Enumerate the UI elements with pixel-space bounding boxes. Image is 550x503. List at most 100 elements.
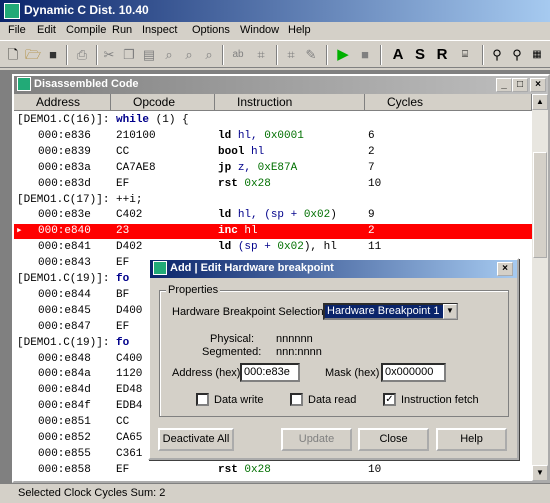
scrollbar-thumb[interactable] [533,152,547,258]
address-cell: 000:e84f [38,400,91,413]
dropdown-arrow-icon[interactable]: ▼ [443,304,457,319]
app-icon [4,3,20,19]
menu-window[interactable]: Window [240,24,279,36]
memory-icon[interactable]: ▦ [528,45,546,65]
replace-icon[interactable]: ⌕ [200,45,218,65]
close-button[interactable]: Close [358,428,429,451]
compile-icon[interactable]: ab [228,45,248,65]
cycles-cell: 2 [368,225,375,238]
assembly-icon[interactable]: ⌸ [456,45,474,65]
address-cell: 000:e848 [38,352,91,365]
data-read-checkbox[interactable] [290,393,303,406]
print-icon[interactable]: ⎙ [72,45,92,65]
toolbar-separator [482,45,484,65]
address-cell: 000:e844 [38,288,91,301]
address-input[interactable]: 000:e83e [240,363,300,382]
menu-help[interactable]: Help [288,24,311,36]
column-opcode[interactable]: Opcode [111,94,215,111]
edit-mode-icon[interactable]: ✎ [302,45,320,65]
mask-input[interactable]: 0x000000 [381,363,446,382]
instruction-cell: ld (sp + 0x02), hl [218,241,337,254]
instruction-row[interactable]: 000:e83d EF rst 0x28 10 [14,177,532,192]
menu-compile[interactable]: Compile [66,24,106,36]
column-header: Address Opcode Instruction Cycles [14,94,532,111]
menu-edit[interactable]: Edit [37,24,56,36]
menu-bar: File Edit Compile Run Inspect Options Wi… [0,22,550,40]
save-icon[interactable]: ■ [44,45,62,65]
dialog-close-icon[interactable]: × [497,262,513,276]
source-keyword: while [116,114,150,126]
source-line-row[interactable]: [DEMO1.C(16)]: while (1) { [14,113,532,128]
address-cell: 000:e845 [38,304,91,317]
instruction-row[interactable]: 000:e839 CC bool hl 2 [14,145,532,160]
add-watch-icon[interactable]: ⚲ [488,45,506,65]
data-write-label: Data write [214,394,264,406]
cycles-cell: 9 [368,209,375,222]
toolbar-separator [276,45,278,65]
instruction-fetch-label: Instruction fetch [401,394,479,406]
address-cell: 000:e83a [38,161,91,174]
instruction-row[interactable]: 000:e836 210100 ld hl, 0x0001 6 [14,129,532,144]
cycles-cell: 10 [368,177,382,190]
paste-icon[interactable]: ▤ [140,45,158,65]
physical-label: Physical: [210,333,255,345]
instruction-row[interactable]: 000:e83a CA7AE8 jp z, 0xE87A 7 [14,161,532,176]
toolbar-r-button[interactable]: R [434,45,450,65]
toolbar-s-button[interactable]: S [412,45,428,65]
source-line-text: [DEMO1.C(17)]: ++i; [17,193,143,206]
close-icon[interactable]: × [530,78,546,92]
address-cell: 000:e83d [38,177,91,190]
copy-icon[interactable]: ❐ [120,45,138,65]
find-next-icon[interactable]: ⌕ [180,45,198,65]
opcode-cell: EDB4 [116,400,143,413]
watch-icon[interactable]: ⚲ [508,45,526,65]
new-file-icon[interactable]: 🗋 [4,45,22,65]
toolbar-separator [326,45,328,65]
toolbar-a-button[interactable]: A [390,45,406,65]
source-line-row[interactable]: [DEMO1.C(17)]: ++i; [14,193,532,208]
open-folder-icon[interactable]: 🗁 [24,45,42,65]
minimize-icon[interactable]: _ [496,78,512,92]
properties-group-label: Properties [166,284,221,296]
source-keyword: fo [116,336,130,349]
column-cycles[interactable]: Cycles [365,94,532,111]
instruction-row[interactable]: 000:e83e C402 ld hl, (sp + 0x02) 9 [14,208,532,223]
help-button[interactable]: Help [436,428,507,451]
run-icon[interactable]: ▶ [334,45,352,65]
instruction-row[interactable]: 000:e858 EF rst 0x28 10 [14,463,532,478]
instruction-row[interactable]: ▸ 000:e840 23 inc hl 2 [14,224,532,240]
find-icon[interactable]: ⌕ [160,45,178,65]
opcode-cell: BF [116,288,130,301]
instruction-row[interactable]: 000:e841 D402 ld (sp + 0x02), hl 11 [14,240,532,255]
compile-target-icon[interactable]: ⌗ [252,45,270,65]
cut-icon[interactable]: ✂ [100,45,118,65]
menu-inspect[interactable]: Inspect [142,24,177,36]
instruction-fetch-checkbox[interactable]: ✓ [383,393,396,406]
menu-file[interactable]: File [8,24,26,36]
column-instruction[interactable]: Instruction [215,94,365,111]
debug-compile-icon[interactable]: ⌗ [282,45,300,65]
deactivate-all-button[interactable]: Deactivate All [158,428,234,451]
opcode-cell: C361 [116,447,143,460]
disassembly-title-bar: Disassembled Code _ □ × [14,76,548,94]
toolbar-separator [96,45,98,65]
breakpoint-selection-dropdown[interactable]: Hardware Breakpoint 1 [323,303,458,320]
address-cell: 000:e84a [38,368,91,381]
scroll-up-icon[interactable]: ▲ [532,94,548,110]
address-label: Address (hex) [172,367,241,379]
dialog-title-bar: Add | Edit Hardware breakpoint [150,260,517,278]
data-write-checkbox[interactable] [196,393,209,406]
instruction-cell: bool hl [218,145,265,158]
menu-run[interactable]: Run [112,24,132,36]
status-bar: Selected Clock Cycles Sum: 2 [0,483,550,503]
stop-icon[interactable]: ■ [356,45,374,65]
update-button[interactable]: Update [281,428,352,451]
opcode-cell: CC [116,416,130,429]
menu-options[interactable]: Options [192,24,230,36]
scroll-down-icon[interactable]: ▼ [532,465,548,481]
address-cell: 000:e851 [38,416,91,429]
disassembly-title: Disassembled Code [34,78,139,90]
opcode-cell: EF [116,177,130,190]
column-address[interactable]: Address [14,94,111,111]
maximize-icon[interactable]: □ [512,78,528,92]
